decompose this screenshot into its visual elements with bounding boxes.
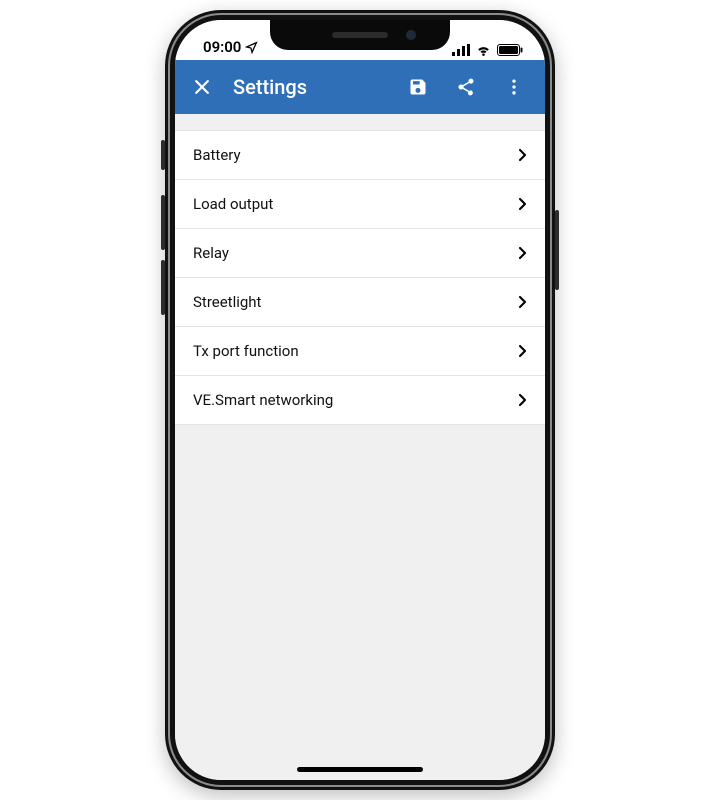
status-left: 09:00 (203, 38, 258, 56)
battery-icon (497, 44, 523, 56)
app-bar: Settings (175, 60, 545, 114)
chevron-right-icon (518, 197, 527, 211)
settings-item-streetlight[interactable]: Streetlight (175, 278, 545, 327)
speaker-grille (332, 32, 388, 38)
mute-switch (161, 140, 165, 170)
list-item-label: Tx port function (193, 342, 299, 360)
settings-item-vesmart[interactable]: VE.Smart networking (175, 376, 545, 425)
share-button[interactable] (445, 66, 487, 108)
close-button[interactable] (181, 66, 223, 108)
chevron-right-icon (518, 393, 527, 407)
list-item-label: VE.Smart networking (193, 391, 333, 409)
location-icon (245, 41, 258, 54)
page-title: Settings (233, 75, 307, 99)
status-time: 09:00 (203, 38, 241, 56)
chevron-right-icon (518, 246, 527, 260)
content-area: Battery Load output Relay (175, 114, 545, 780)
settings-item-relay[interactable]: Relay (175, 229, 545, 278)
settings-item-battery[interactable]: Battery (175, 131, 545, 180)
volume-down-button (161, 260, 165, 315)
chevron-right-icon (518, 148, 527, 162)
chevron-right-icon (518, 344, 527, 358)
more-button[interactable] (493, 66, 535, 108)
settings-item-tx-port[interactable]: Tx port function (175, 327, 545, 376)
notch (270, 20, 450, 50)
list-item-label: Relay (193, 244, 229, 262)
settings-list: Battery Load output Relay (175, 130, 545, 425)
home-indicator[interactable] (297, 767, 423, 772)
side-button (555, 210, 559, 290)
front-camera (406, 30, 416, 40)
save-button[interactable] (397, 66, 439, 108)
status-right (452, 44, 523, 56)
settings-item-load-output[interactable]: Load output (175, 180, 545, 229)
list-item-label: Battery (193, 146, 241, 164)
phone-frame: 09:00 (165, 10, 555, 790)
chevron-right-icon (518, 295, 527, 309)
list-item-label: Streetlight (193, 293, 261, 311)
volume-up-button (161, 195, 165, 250)
cellular-icon (452, 44, 470, 56)
wifi-icon (475, 44, 492, 56)
list-item-label: Load output (193, 195, 273, 213)
screen: 09:00 (175, 20, 545, 780)
